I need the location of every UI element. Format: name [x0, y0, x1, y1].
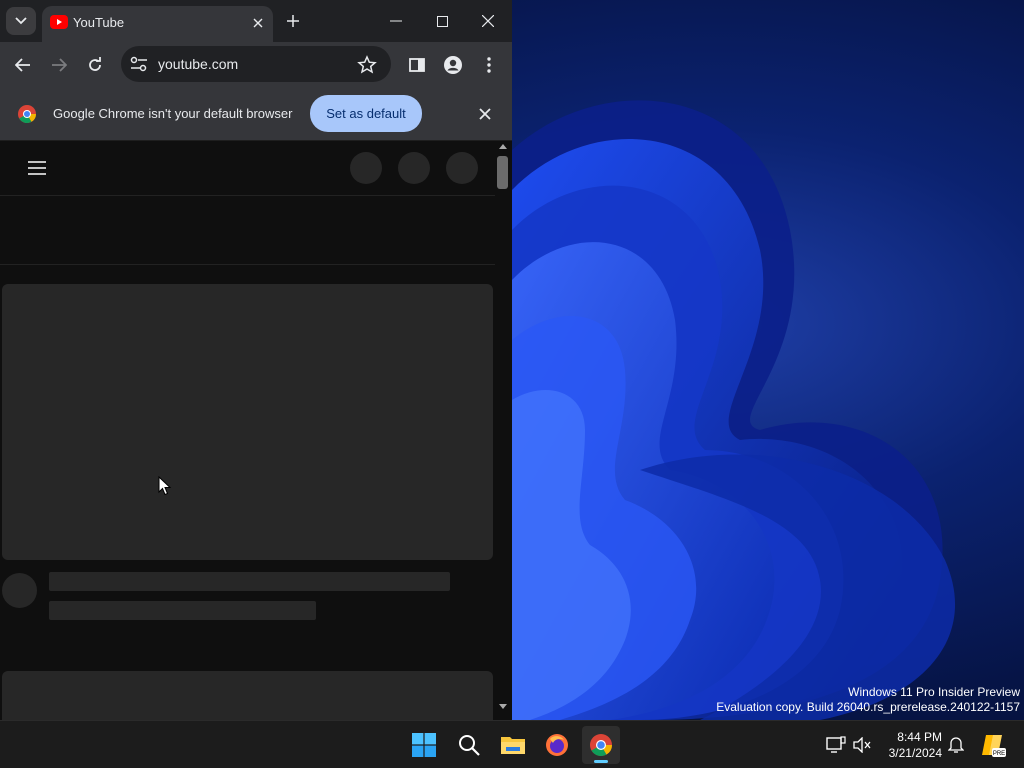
- clock-date: 3/21/2024: [888, 746, 942, 760]
- active-app-indicator: [594, 760, 608, 763]
- copilot-preview-icon: PRE: [982, 735, 1006, 757]
- skeleton-title-line: [49, 572, 450, 591]
- youtube-page: [0, 141, 495, 720]
- file-explorer-button[interactable]: [494, 726, 532, 764]
- kebab-menu-icon: [487, 57, 491, 73]
- watermark-build: Evaluation copy. Build 26040.rs_prerelea…: [716, 700, 1020, 714]
- site-info-icon: [130, 56, 147, 72]
- chrome-window: YouTube youtube.com Google Chrome isn't …: [0, 0, 512, 720]
- chrome-logo-icon: [18, 105, 36, 123]
- close-icon: [253, 18, 263, 28]
- bookmark-star-icon[interactable]: [357, 55, 377, 75]
- firefox-button[interactable]: [538, 726, 576, 764]
- new-tab-button[interactable]: [282, 10, 304, 32]
- skeleton-header-button: [398, 152, 430, 184]
- address-bar[interactable]: youtube.com: [121, 46, 391, 82]
- skeleton-meta-line: [49, 601, 316, 620]
- network-icon: [826, 736, 846, 753]
- skeleton-channel-avatar: [2, 573, 37, 608]
- minimize-icon: [390, 20, 402, 22]
- default-browser-infobar: Google Chrome isn't your default browser…: [0, 86, 512, 141]
- close-icon[interactable]: [476, 105, 494, 123]
- arrow-right-icon: [52, 58, 67, 72]
- hamburger-menu-icon[interactable]: [26, 158, 48, 178]
- chrome-taskbar-button[interactable]: [582, 726, 620, 764]
- clock-time: 8:44 PM: [897, 730, 942, 744]
- copilot-button[interactable]: PRE: [980, 732, 1006, 758]
- maximize-button[interactable]: [427, 8, 457, 34]
- taskbar-search-button[interactable]: [450, 726, 488, 764]
- chrome-menu-button[interactable]: [476, 52, 502, 78]
- tab-youtube[interactable]: YouTube: [42, 6, 273, 42]
- close-window-button[interactable]: [473, 8, 503, 34]
- plus-icon: [287, 15, 299, 27]
- windows-watermark: Windows 11 Pro Insider Preview Evaluatio…: [716, 685, 1020, 715]
- scroll-up-arrow-icon[interactable]: [499, 144, 507, 149]
- minimize-button[interactable]: [381, 8, 411, 34]
- skeleton-video-thumbnail: [2, 284, 493, 560]
- back-button[interactable]: [10, 52, 36, 78]
- tab-title: YouTube: [73, 15, 125, 30]
- windows-start-icon: [412, 733, 436, 757]
- scroll-down-arrow-icon[interactable]: [499, 704, 507, 709]
- svg-text:PRE: PRE: [993, 751, 1005, 757]
- profile-button[interactable]: [440, 52, 466, 78]
- tab-strip: YouTube: [0, 0, 512, 42]
- page-scrollbar[interactable]: [495, 141, 512, 720]
- reload-icon: [89, 57, 101, 71]
- skeleton-header-button: [350, 152, 382, 184]
- url-text: youtube.com: [158, 56, 239, 72]
- youtube-favicon-icon: [50, 15, 68, 29]
- bell-icon: [948, 737, 964, 753]
- volume-tray-button[interactable]: [852, 735, 872, 755]
- skeleton-chip-bar: [0, 197, 495, 265]
- tab-close-button[interactable]: [249, 14, 267, 32]
- youtube-header: [0, 141, 495, 196]
- windows-taskbar: 8:44 PM 3/21/2024 PRE: [0, 720, 1024, 768]
- taskbar-clock[interactable]: 8:44 PM 3/21/2024: [872, 729, 942, 761]
- file-explorer-icon: [501, 737, 525, 754]
- infobar-message: Google Chrome isn't your default browser: [53, 106, 293, 121]
- close-icon: [482, 15, 494, 27]
- tab-search-button[interactable]: [6, 7, 36, 35]
- volume-muted-icon: [853, 737, 871, 753]
- skeleton-video-thumbnail: [2, 671, 493, 720]
- start-button[interactable]: [405, 726, 443, 764]
- side-panel-icon: [409, 58, 425, 72]
- forward-button[interactable]: [46, 52, 72, 78]
- maximize-icon: [436, 15, 448, 27]
- mouse-cursor-icon: [158, 476, 172, 496]
- reload-button[interactable]: [82, 52, 108, 78]
- notifications-button[interactable]: [946, 735, 966, 755]
- chrome-icon: [590, 734, 612, 756]
- chevron-down-icon: [15, 17, 27, 25]
- skeleton-avatar: [446, 152, 478, 184]
- firefox-icon: [546, 734, 568, 756]
- browser-toolbar: youtube.com: [0, 42, 512, 86]
- profile-avatar-icon: [444, 56, 462, 74]
- arrow-left-icon: [15, 58, 30, 72]
- search-icon: [459, 735, 480, 756]
- set-as-default-button[interactable]: Set as default: [310, 95, 422, 132]
- side-panel-button[interactable]: [404, 52, 430, 78]
- scrollbar-thumb[interactable]: [497, 156, 508, 189]
- network-tray-button[interactable]: [826, 735, 846, 755]
- watermark-edition: Windows 11 Pro Insider Preview: [848, 685, 1020, 699]
